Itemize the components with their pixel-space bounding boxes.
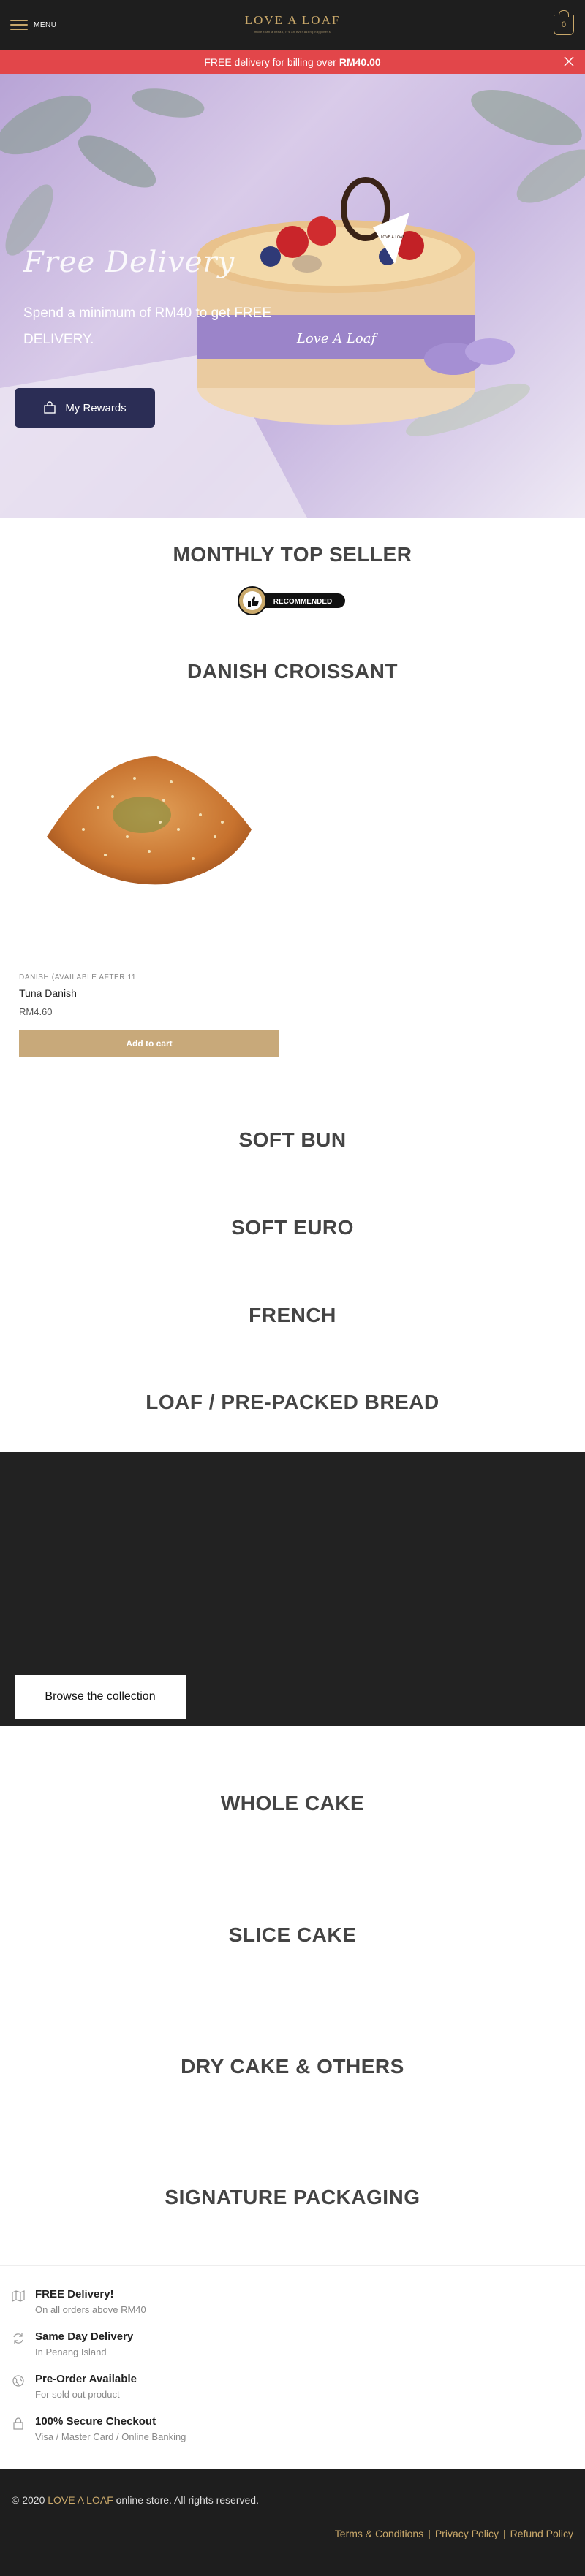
section-signature-packaging: SIGNATURE PACKAGING [165,2186,420,2208]
promo-bar: FREE delivery for billing over RM40.00 [0,50,585,74]
section-dry-cake: DRY CAKE & OTHERS [181,2055,404,2078]
promo-text: FREE delivery for billing over [204,56,336,68]
menu-label: MENU [34,20,57,29]
section-danish-croissant: DANISH CROISSANT [186,660,398,683]
site-logo[interactable]: LOVE A LOAF more than a bread, it's an e… [219,13,366,34]
footer-links: Terms & Conditions | Privacy Policy | Re… [335,2528,573,2539]
refresh-icon [13,2333,23,2344]
section-french: FRENCH [249,1304,336,1326]
copyright-prefix: © 2020 [12,2494,45,2506]
cake-band-text: Love A Loaf [296,331,379,346]
hero-subtitle-text: Spend a minimum of RM40 to get [23,305,235,321]
privacy-link[interactable]: Privacy Policy [435,2528,499,2539]
section-slice-cake: SLICE CAKE [228,1923,357,1946]
site-footer: © 2020 LOVE A LOAF online store. All rig… [0,2469,585,2576]
copyright-suffix: online store. All rights reserved. [116,2494,259,2506]
section-loaf: LOAF / PRE-PACKED BREAD [146,1391,439,1413]
site-header: MENU LOVE A LOAF more than a bread, it's… [0,0,585,50]
product-image-tuna-danish[interactable] [18,727,281,924]
product-name[interactable]: Tuna Danish [19,987,77,999]
menu-button[interactable]: MENU [10,18,56,32]
section-whole-cake: WHOLE CAKE [220,1792,365,1815]
link-separator: | [428,2528,431,2539]
section-monthly-top-seller: MONTHLY TOP SELLER [173,543,412,566]
logo-title: LOVE A LOAF [244,13,341,27]
hero-banner: Love A Loaf LOVE A LOAF Free Delivery Sp… [0,74,585,518]
link-separator: | [502,2528,506,2539]
feature-desc: On all orders above RM40 [35,2304,146,2315]
feature-title: FREE Delivery! [35,2288,114,2300]
feature-title: Same Day Delivery [35,2330,134,2343]
hero-subtitle: Spend a minimum of RM40 to get FREE DELI… [23,300,301,353]
add-to-cart-button[interactable]: Add to cart [19,1030,279,1057]
logo-tagline: more than a bread, it's an everlasting h… [254,30,331,34]
my-rewards-label: My Rewards [65,401,127,414]
features-divider [0,2265,585,2266]
cake-tag-text: LOVE A LOAF [381,235,405,240]
refund-link[interactable]: Refund Policy [510,2528,573,2539]
close-icon[interactable] [563,56,575,67]
copyright: © 2020 LOVE A LOAF online store. All rig… [12,2494,259,2506]
feature-desc: Visa / Master Card / Online Banking [35,2431,186,2442]
hero-title: Free Delivery [23,246,235,279]
product-category: DANISH (AVAILABLE AFTER 11 [19,973,137,981]
section-soft-bun: SOFT BUN [238,1128,347,1151]
hero-cake-image: Love A Loaf LOVE A LOAF [0,88,585,518]
footer-brand-link[interactable]: LOVE A LOAF [48,2494,113,2506]
recommended-badge: RECOMMENDED [238,586,345,615]
cart-icon[interactable]: 0 [554,10,574,35]
badge-label: RECOMMENDED [273,598,333,606]
feature-title: 100% Secure Checkout [35,2415,156,2428]
feature-desc: In Penang Island [35,2347,107,2357]
my-rewards-button[interactable]: My Rewards [15,388,155,428]
product-price: RM4.60 [19,1006,53,1017]
lock-icon [13,2417,23,2430]
terms-link[interactable]: Terms & Conditions [335,2528,423,2539]
feature-title: Pre-Order Available [35,2373,137,2385]
promo-amount: RM40.00 [339,56,381,68]
hamburger-icon [10,20,28,30]
map-icon [12,2290,25,2302]
gift-bag-icon [44,401,56,414]
feature-desc: For sold out product [35,2389,120,2400]
globe-icon [12,2375,24,2387]
browse-collection-button[interactable]: Browse the collection [15,1675,186,1719]
section-soft-euro: SOFT EURO [231,1216,354,1239]
cart-count: 0 [561,20,567,29]
